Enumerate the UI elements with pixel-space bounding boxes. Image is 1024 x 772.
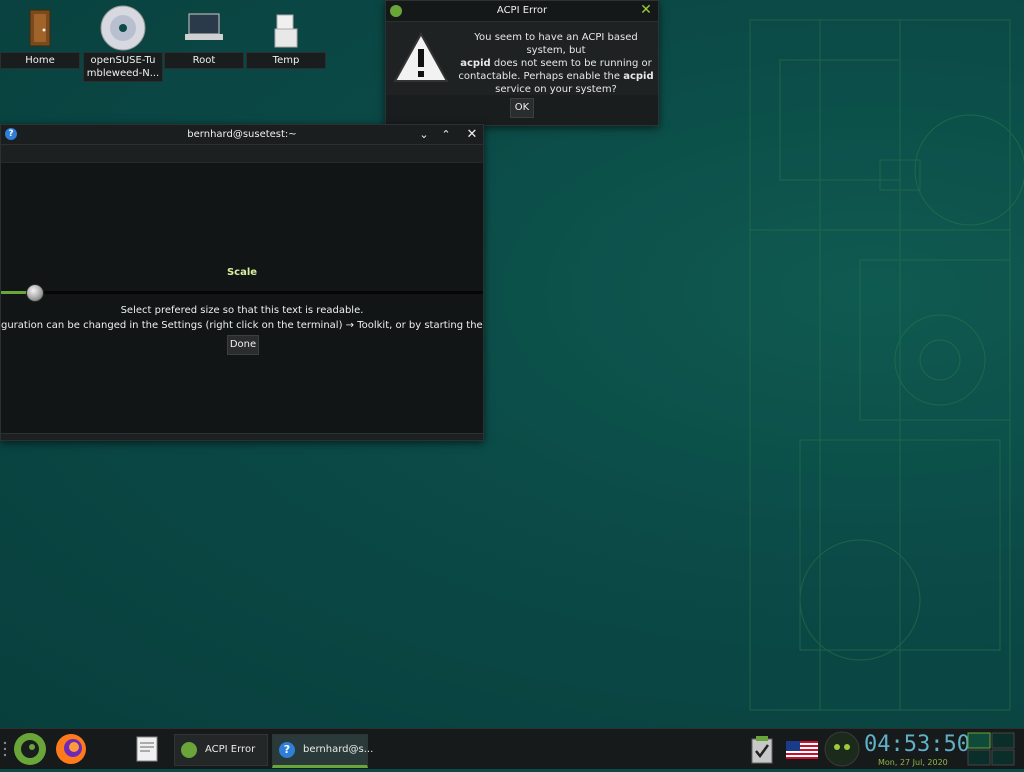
close-icon[interactable]: ✕ [638,2,654,18]
warning-icon [393,31,449,82]
desktop-icon-label: Temp [246,52,326,69]
us-flag-icon[interactable] [786,729,818,769]
terminal-tab-strip [1,145,483,163]
acpi-error-dialog: ACPI Error ✕ You seem to have an ACPI ba… [385,0,659,126]
maximize-icon[interactable]: ⌃ [438,127,454,143]
taskbar-handle[interactable] [2,729,8,769]
terminal-window: ? bernhard@susetest:~ ⌄ ⌃ ✕ Scale Select… [0,124,484,441]
clock[interactable]: 04:53:50 [864,732,970,757]
ok-button[interactable]: OK [510,98,534,118]
workspace-pager[interactable] [966,729,1020,769]
task-acpi-error[interactable]: ACPI Error [174,734,268,766]
taskbar: ACPI Error ? bernhard@s... 04:53:50 Mon,… [0,728,1024,769]
dialog-title: ACPI Error [496,5,548,16]
desktop-icon-dvd[interactable]: openSUSE-Tumbleweed-N... [83,4,163,82]
desktop-icon-label: openSUSE-Tumbleweed-N... [83,52,163,82]
config-hint-text: guration can be changed in the Settings … [1,320,483,331]
dialog-titlebar[interactable]: ACPI Error ✕ [386,1,658,22]
minimize-icon[interactable]: ⌄ [416,127,432,143]
desktop-icon-home[interactable]: Home [0,4,80,69]
terminal-title: bernhard@susetest:~ [187,129,297,140]
task-label: ACPI Error [205,744,256,755]
scale-label: Scale [226,267,258,278]
desktop-icon-temp[interactable]: Temp [246,4,326,69]
opensuse-app-icon [181,742,197,758]
opensuse-menu-icon[interactable] [12,729,48,769]
terminal-titlebar[interactable]: ? bernhard@susetest:~ ⌄ ⌃ ✕ [1,125,483,145]
text-editor-icon[interactable] [134,729,160,769]
scale-slider-track[interactable] [1,291,483,294]
task-label: bernhard@s... [303,744,374,755]
firefox-icon[interactable] [54,729,88,769]
door-icon [0,4,80,52]
desktop-icon-label: Home [0,52,80,69]
help-icon: ? [279,742,295,758]
terminal-bottom-bar [1,433,483,440]
scale-slider-knob[interactable] [26,284,44,302]
dialog-message: You seem to have an ACPI based system, b… [458,32,654,95]
close-icon[interactable]: ✕ [464,127,480,143]
clipboard-check-icon[interactable] [750,729,774,769]
blueprint-decoration [749,19,1024,711]
avatar[interactable] [824,729,860,769]
disc-icon [83,4,163,52]
done-button[interactable]: Done [227,335,259,355]
desktop-icon-label: Root [164,52,244,69]
desktop-icon-root[interactable]: Root [164,4,244,69]
date: Mon, 27 Jul, 2020 [878,758,948,767]
task-terminal[interactable]: ? bernhard@s... [272,734,373,768]
instruction-text: Select prefered size so that this text i… [120,305,364,316]
boxes-icon [246,4,326,52]
laptop-icon [164,4,244,52]
